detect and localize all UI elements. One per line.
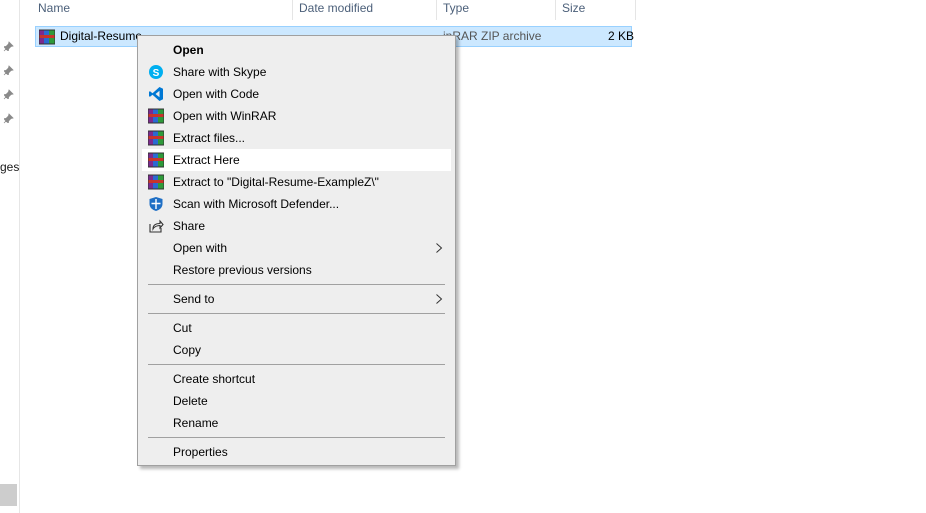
menu-item-delete[interactable]: Delete [142, 390, 451, 412]
menu-item-label: Open [173, 43, 204, 57]
menu-item-copy[interactable]: Copy [142, 339, 451, 361]
menu-item-label: Send to [173, 292, 215, 306]
menu-item-label: Delete [173, 394, 208, 408]
share-icon [149, 219, 164, 233]
menu-item-extract-here[interactable]: Extract Here [142, 149, 451, 171]
column-header-row: Name Date modified Type Size [20, 0, 640, 20]
menu-item-extract-files[interactable]: Extract files... [142, 127, 451, 149]
scrollbar-thumb[interactable] [0, 484, 17, 506]
menu-item-open[interactable]: Open [142, 39, 451, 61]
menu-separator [148, 313, 445, 314]
column-header-size[interactable]: Size [556, 0, 636, 20]
menu-item-label: Extract to "Digital-Resume-ExampleZ\" [173, 175, 379, 189]
file-size: 2 KB [608, 29, 635, 43]
column-header-name[interactable]: Name [32, 0, 293, 20]
menu-item-label: Create shortcut [173, 372, 256, 386]
menu-item-label: Share [173, 219, 206, 233]
menu-item-send-to[interactable]: Send to [142, 288, 451, 310]
chevron-right-icon [436, 294, 443, 304]
pin-icon[interactable] [3, 65, 14, 76]
menu-item-label: Restore previous versions [173, 263, 312, 277]
defender-shield-icon [149, 197, 163, 211]
menu-separator [148, 284, 445, 285]
svg-text:S: S [153, 68, 160, 79]
skype-icon: S [149, 65, 163, 79]
menu-item-scan-with-defender[interactable]: Scan with Microsoft Defender... [142, 193, 451, 215]
menu-item-label: Properties [173, 445, 228, 459]
menu-item-label: Open with [173, 241, 228, 255]
chevron-right-icon [436, 243, 443, 253]
menu-item-label: Cut [173, 321, 192, 335]
winrar-icon [148, 130, 164, 146]
vscode-icon [149, 87, 163, 101]
pin-icon[interactable] [3, 89, 14, 100]
menu-item-extract-to-folder[interactable]: Extract to "Digital-Resume-ExampleZ\" [142, 171, 451, 193]
menu-item-restore-previous-versions[interactable]: Restore previous versions [142, 259, 451, 281]
file-type: inRAR ZIP archive [443, 29, 542, 43]
menu-item-label: Extract Here [173, 153, 240, 167]
menu-item-open-with-winrar[interactable]: Open with WinRAR [142, 105, 451, 127]
menu-item-share-with-skype[interactable]: S Share with Skype [142, 61, 451, 83]
menu-item-label: Share with Skype [173, 65, 267, 79]
winrar-icon [148, 152, 164, 168]
menu-separator [148, 364, 445, 365]
menu-item-label: Scan with Microsoft Defender... [173, 197, 340, 211]
menu-item-label: Rename [173, 416, 219, 430]
menu-item-label: Extract files... [173, 131, 246, 145]
menu-item-label: Open with Code [173, 87, 260, 101]
menu-item-properties[interactable]: Properties [142, 441, 451, 463]
pin-icon[interactable] [3, 41, 14, 52]
menu-item-cut[interactable]: Cut [142, 317, 451, 339]
menu-item-rename[interactable]: Rename [142, 412, 451, 434]
menu-item-label: Copy [173, 343, 202, 357]
menu-item-label: Open with WinRAR [173, 109, 277, 123]
winrar-icon [148, 108, 164, 124]
menu-item-open-with-code[interactable]: Open with Code [142, 83, 451, 105]
column-header-type[interactable]: Type [437, 0, 556, 20]
column-header-date-modified[interactable]: Date modified [293, 0, 437, 20]
file-name[interactable]: Digital-Resume [60, 27, 142, 46]
menu-item-open-with[interactable]: Open with [142, 237, 451, 259]
winrar-icon [148, 174, 164, 190]
context-menu: Open S Share with Skype Open with Code O… [137, 35, 456, 466]
winrar-archive-icon [39, 29, 55, 45]
nav-item-label[interactable]: ges [0, 160, 19, 174]
navigation-pane: ges [0, 0, 20, 513]
menu-separator [148, 437, 445, 438]
menu-item-share[interactable]: Share [142, 215, 451, 237]
pin-icon[interactable] [3, 113, 14, 124]
menu-item-create-shortcut[interactable]: Create shortcut [142, 368, 451, 390]
